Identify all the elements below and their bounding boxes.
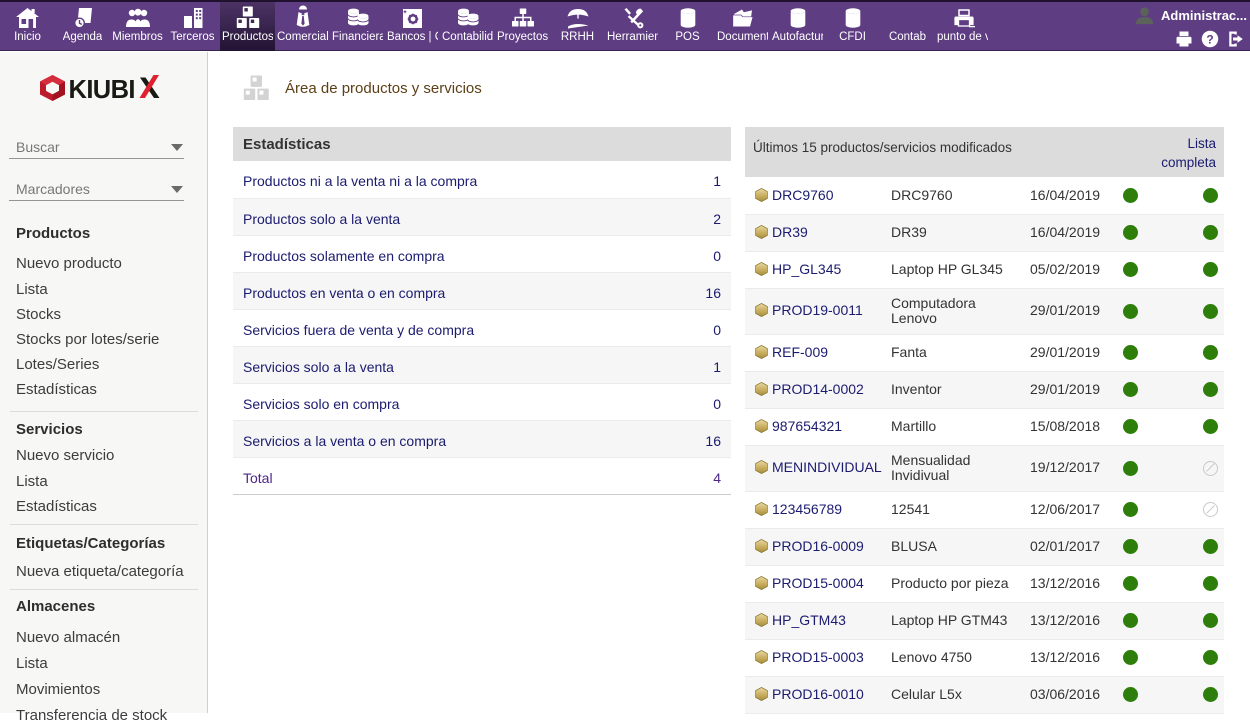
svg-text:?: ? [1206, 33, 1213, 47]
svg-text:KIUBI: KIUBI [69, 76, 135, 102]
